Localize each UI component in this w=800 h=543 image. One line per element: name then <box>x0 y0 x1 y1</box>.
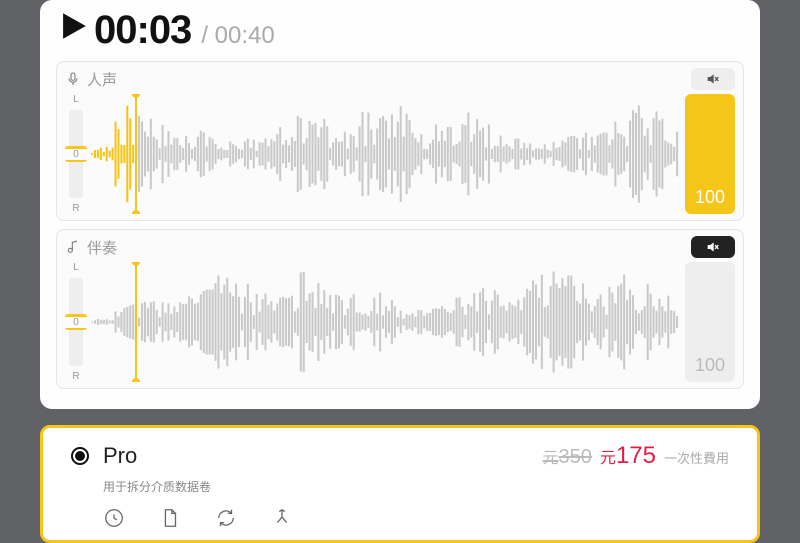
plan-description: 用于拆分介质数据卷 <box>103 478 729 495</box>
volume-value: 100 <box>695 355 725 382</box>
waveform-vocal[interactable] <box>91 94 679 214</box>
mute-button-accompaniment[interactable] <box>691 236 735 258</box>
plan-name: Pro <box>103 443 137 469</box>
file-icon <box>159 507 181 534</box>
price-block: 元350 元175 一次性費用 <box>543 442 729 470</box>
music-note-icon <box>65 239 81 255</box>
mic-icon <box>65 71 81 87</box>
volume-slider-accompaniment[interactable]: 100 <box>685 262 735 382</box>
track-accompaniment: 伴奏 L 0 R 100 <box>56 229 744 389</box>
waveform-accompaniment[interactable] <box>91 262 679 382</box>
clock-icon <box>103 507 125 534</box>
total-duration: / 00:40 <box>201 22 274 50</box>
track-label: 人声 <box>87 69 117 90</box>
plan-radio-pro[interactable] <box>71 447 89 465</box>
volume-value: 100 <box>695 187 725 214</box>
track-vocal: 人声 L 0 R 100 <box>56 61 744 221</box>
current-time: 00:03 <box>94 8 191 53</box>
mute-button-vocal[interactable] <box>691 68 735 90</box>
transport-bar: 00:03 / 00:40 <box>56 8 744 61</box>
pricing-card-pro[interactable]: Pro 元350 元175 一次性費用 用于拆分介质数据卷 <box>40 425 760 543</box>
audio-player-card: 00:03 / 00:40 人声 L 0 R <box>40 0 760 409</box>
play-button[interactable] <box>56 9 90 43</box>
split-icon <box>271 507 293 534</box>
pan-slider-vocal[interactable]: L 0 R <box>65 94 87 214</box>
pan-slider-accompaniment[interactable]: L 0 R <box>65 262 87 382</box>
volume-slider-vocal[interactable]: 100 <box>685 94 735 214</box>
track-label: 伴奏 <box>87 237 117 258</box>
feature-icons <box>103 507 729 534</box>
refresh-icon <box>215 507 237 534</box>
